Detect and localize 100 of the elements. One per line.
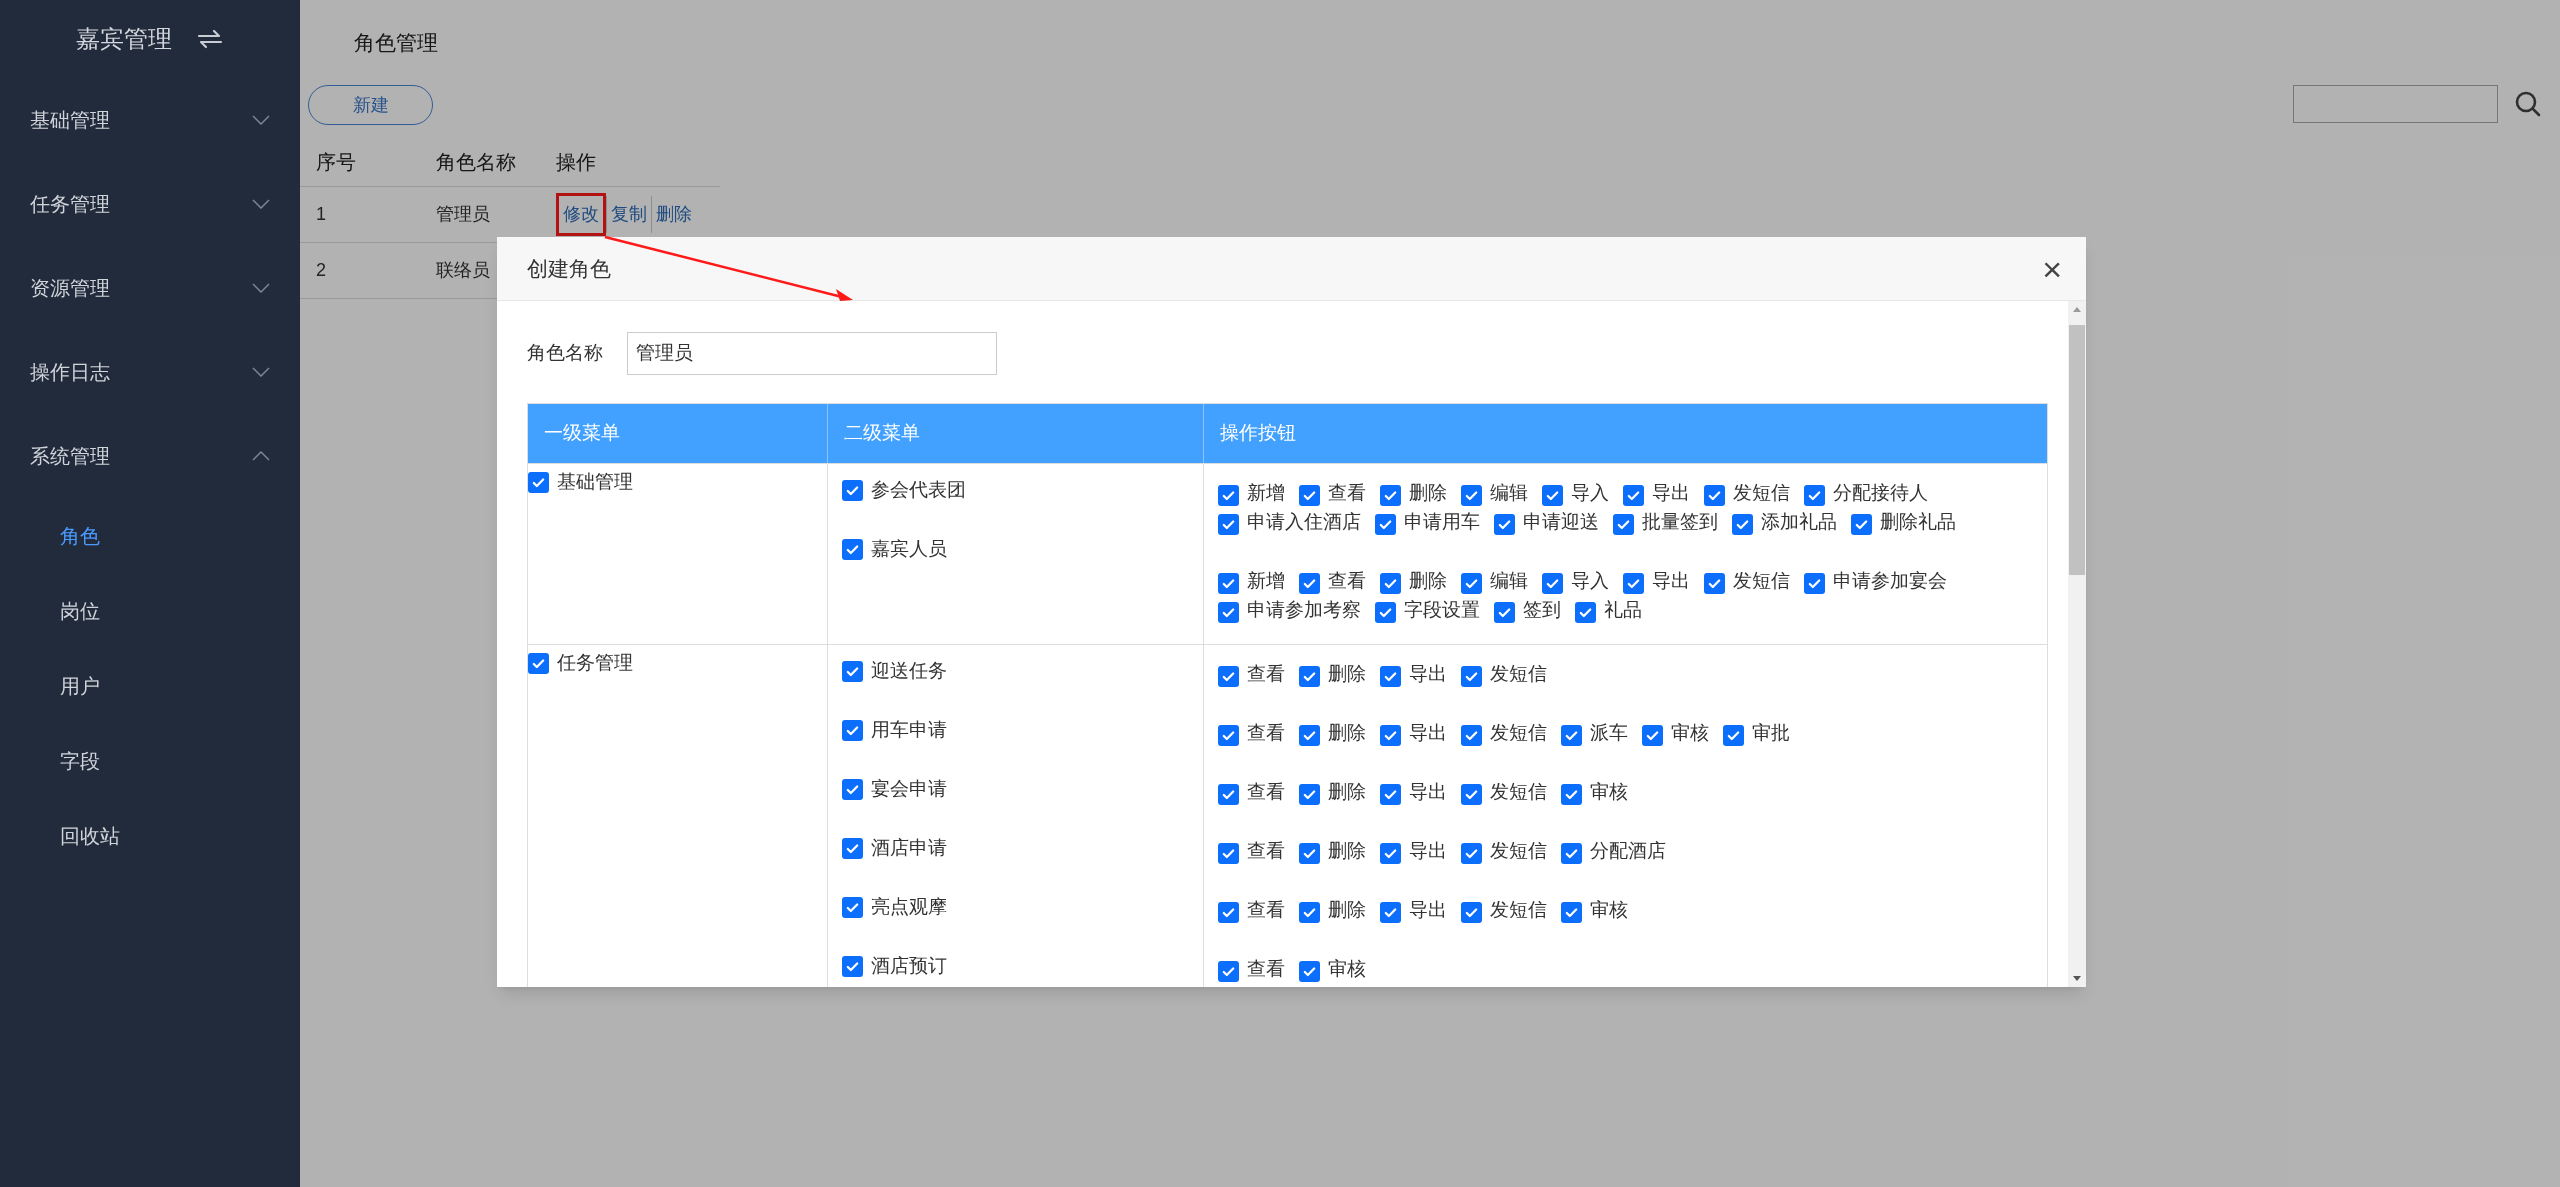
action-option-label[interactable]: 申请迎送 [1523,511,1599,532]
submenu-option[interactable]: 嘉宾人员 [842,535,947,564]
checkbox[interactable] [1218,843,1239,864]
action-option-label[interactable]: 发短信 [1490,722,1547,743]
action-option-label[interactable]: 申请用车 [1404,511,1480,532]
action-option-label[interactable]: 审核 [1590,899,1628,920]
action-option-label[interactable]: 审核 [1328,958,1366,979]
checkbox[interactable] [1299,784,1320,805]
checkbox[interactable] [1218,961,1239,982]
action-link[interactable]: 修改 [556,193,606,236]
action-option-label[interactable]: 礼品 [1604,599,1642,620]
checkbox[interactable] [842,778,863,800]
action-option-label[interactable]: 编辑 [1490,570,1528,591]
action-option-label[interactable]: 导出 [1409,722,1447,743]
action-option-label[interactable]: 删除 [1328,722,1366,743]
checkbox[interactable] [842,719,863,741]
action-option-label[interactable]: 新增 [1247,570,1285,591]
menu-item[interactable]: 资源管理 [0,246,300,330]
action-option-label[interactable]: 添加礼品 [1761,511,1837,532]
action-option-label[interactable]: 删除 [1328,781,1366,802]
action-option-label[interactable]: 删除 [1409,482,1447,503]
checkbox[interactable] [1375,514,1396,535]
action-option-label[interactable]: 删除礼品 [1880,511,1956,532]
action-option-label[interactable]: 查看 [1247,958,1285,979]
action-option-label[interactable]: 导出 [1409,840,1447,861]
checkbox[interactable] [1561,902,1582,923]
scrollbar[interactable] [2068,301,2086,987]
checkbox[interactable] [1561,725,1582,746]
action-link[interactable]: 删除 [651,196,696,233]
submenu-item[interactable]: 用户 [0,648,300,723]
checkbox[interactable] [1804,573,1825,594]
checkbox[interactable] [1461,784,1482,805]
checkbox[interactable] [842,837,863,859]
action-option-label[interactable]: 删除 [1328,899,1366,920]
checkbox[interactable] [1299,961,1320,982]
checkbox[interactable] [842,479,863,501]
action-option-label[interactable]: 申请参加宴会 [1833,570,1947,591]
submenu-item[interactable]: 回收站 [0,798,300,873]
close-button[interactable]: × [2042,251,2062,286]
checkbox[interactable] [1299,902,1320,923]
checkbox[interactable] [1380,784,1401,805]
checkbox[interactable] [1732,514,1753,535]
checkbox[interactable] [1218,725,1239,746]
checkbox[interactable] [1623,573,1644,594]
role-name-field[interactable]: 管理员 [627,331,997,375]
checkbox[interactable] [1704,573,1725,594]
checkbox[interactable] [1375,602,1396,623]
action-option-label[interactable]: 查看 [1247,781,1285,802]
checkbox[interactable] [1723,725,1744,746]
checkbox[interactable] [1561,843,1582,864]
action-option-label[interactable]: 发短信 [1490,663,1547,684]
checkbox[interactable] [1542,485,1563,506]
action-option-label[interactable]: 审核 [1671,722,1709,743]
submenu-item[interactable]: 岗位 [0,573,300,648]
action-option-label[interactable]: 查看 [1328,570,1366,591]
action-option-label[interactable]: 审批 [1752,722,1790,743]
submenu-option[interactable]: 亮点观摩 [842,893,947,922]
menu-item[interactable]: 操作日志 [0,330,300,414]
menu-option[interactable]: 任务管理 [528,649,633,678]
checkbox[interactable] [1494,602,1515,623]
action-option-label[interactable]: 查看 [1247,840,1285,861]
checkbox[interactable] [1461,666,1482,687]
checkbox[interactable] [1542,573,1563,594]
switch-icon[interactable] [196,27,224,51]
submenu-option[interactable]: 宴会申请 [842,775,947,804]
action-option-label[interactable]: 导出 [1652,482,1690,503]
action-link[interactable]: 复制 [606,196,651,233]
action-option-label[interactable]: 发短信 [1490,840,1547,861]
menu-item[interactable]: 任务管理 [0,162,300,246]
action-option-label[interactable]: 审核 [1590,781,1628,802]
action-option-label[interactable]: 发短信 [1490,781,1547,802]
action-option-label[interactable]: 查看 [1247,899,1285,920]
action-option-label[interactable]: 删除 [1328,663,1366,684]
action-option-label[interactable]: 编辑 [1490,482,1528,503]
checkbox[interactable] [1299,666,1320,687]
action-option-label[interactable]: 申请入住酒店 [1247,511,1361,532]
action-option-label[interactable]: 发短信 [1733,570,1790,591]
action-option-label[interactable]: 分配接待人 [1833,482,1928,503]
action-option-label[interactable]: 查看 [1328,482,1366,503]
checkbox[interactable] [528,471,549,493]
checkbox[interactable] [1461,902,1482,923]
action-option-label[interactable]: 删除 [1328,840,1366,861]
checkbox[interactable] [1218,666,1239,687]
action-option-label[interactable]: 导出 [1652,570,1690,591]
checkbox[interactable] [1461,485,1482,506]
action-option-label[interactable]: 新增 [1247,482,1285,503]
action-option-label[interactable]: 字段设置 [1404,599,1480,620]
menu-option[interactable]: 基础管理 [528,468,633,497]
submenu-item[interactable]: 字段 [0,723,300,798]
checkbox[interactable] [1704,485,1725,506]
checkbox[interactable] [1218,514,1239,535]
action-option-label[interactable]: 导出 [1409,781,1447,802]
checkbox[interactable] [1561,784,1582,805]
checkbox[interactable] [1380,485,1401,506]
action-option-label[interactable]: 导入 [1571,482,1609,503]
action-option-label[interactable]: 查看 [1247,663,1285,684]
submenu-option[interactable]: 参会代表团 [842,476,966,505]
checkbox[interactable] [1613,514,1634,535]
checkbox[interactable] [842,955,863,977]
action-option-label[interactable]: 导出 [1409,899,1447,920]
